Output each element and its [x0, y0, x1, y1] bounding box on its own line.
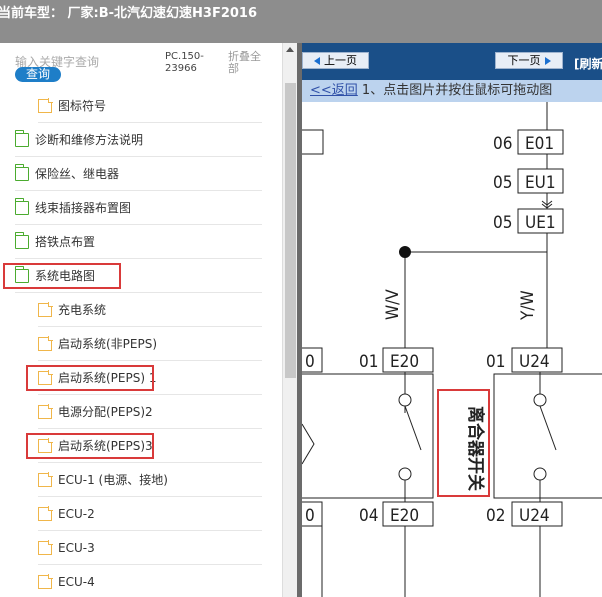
file-icon: [38, 438, 53, 453]
file-icon: [38, 506, 53, 521]
wire-color-right: Y/W: [518, 290, 538, 321]
tree-item[interactable]: ECU-3: [38, 531, 262, 565]
circuit-diagram[interactable]: 06 E01 05 EU1 05 UE1 01 E20 01 U24 04 E2…: [302, 102, 602, 597]
folder-icon: [14, 265, 29, 283]
connector-pin-e01: 06: [493, 134, 512, 154]
next-page-button[interactable]: 下一页: [495, 52, 563, 69]
tree-item[interactable]: 图标符号: [38, 89, 262, 123]
tree-item-label: 搭铁点布置: [35, 235, 96, 249]
tree-item-label: ECU-4: [58, 574, 95, 589]
switch-right-top-code: U24: [519, 352, 550, 372]
tree-item[interactable]: 启动系统(PEPS) 1: [38, 361, 262, 395]
tree-item-label: 启动系统(PEPS)3: [58, 439, 153, 453]
wire-junction-dot: [399, 246, 411, 258]
tree-item-label: ECU-1 (电源、接地): [58, 473, 168, 487]
tree-item-label: ECU-2: [58, 506, 95, 521]
folder-icon: [14, 197, 29, 215]
partial-pin-bottom: 0: [305, 506, 315, 526]
file-icon: [38, 574, 53, 589]
pc-code: PC.150-23966: [165, 51, 204, 74]
file-icon: [38, 404, 53, 419]
tree-item[interactable]: 线束插接器布置图: [14, 191, 262, 225]
switch-left-top-pin: 01: [359, 352, 378, 372]
switch-right-bottom-code: U24: [519, 506, 550, 526]
connector-code-eu1: EU1: [525, 173, 556, 193]
tree-item[interactable]: 系统电路图: [14, 259, 262, 293]
instruction-bar: <<返回 1、点击图片并按住鼠标可拖动图: [302, 80, 602, 102]
switch-left-bottom-pin: 04: [359, 506, 378, 526]
wire-color-left: W/V: [383, 289, 403, 320]
instruction-text: 1、点击图片并按住鼠标可拖动图: [357, 83, 553, 98]
connector-pin-eu1: 05: [493, 173, 512, 193]
tree-item-label: 启动系统(非PEPS): [58, 337, 158, 351]
switch-right-top-pin: 01: [486, 352, 505, 372]
search-button[interactable]: 查询: [15, 67, 61, 82]
search-area: 输入关键字查询 查询: [15, 53, 165, 82]
clutch-switch-label: 离合器开关: [465, 406, 486, 491]
folder-icon: [14, 163, 29, 181]
refresh-link[interactable]: [刷新: [574, 55, 602, 72]
prev-page-label: 上一页: [324, 54, 357, 67]
connector-code-ue1: UE1: [525, 213, 556, 233]
arrow-left-icon: [314, 57, 320, 65]
file-icon: [38, 98, 53, 113]
partial-pin-top: 0: [305, 352, 315, 372]
next-page-label: 下一页: [507, 54, 541, 67]
tree-item[interactable]: 充电系统: [38, 293, 262, 327]
tree-item-label: 充电系统: [58, 303, 107, 317]
page-nav-bar: 上一页 下一页 [刷新: [302, 43, 602, 80]
file-icon: [38, 302, 53, 317]
tree-item-label: 保险丝、继电器: [35, 167, 120, 181]
switch-left-top-code: E20: [390, 352, 419, 372]
tree-item-label: 图标符号: [58, 99, 107, 113]
tree-item[interactable]: 诊断和维修方法说明: [14, 123, 262, 157]
tree-item[interactable]: 保险丝、继电器: [14, 157, 262, 191]
tree-item[interactable]: ECU-4: [38, 565, 262, 597]
switch-right-bottom-pin: 02: [486, 506, 505, 526]
folder-icon: [14, 231, 29, 249]
file-icon: [38, 472, 53, 487]
file-icon: [38, 540, 53, 555]
tree-item[interactable]: ECU-2: [38, 497, 262, 531]
switch-left-bottom-code: E20: [390, 506, 419, 526]
connector-pin-ue1: 05: [493, 213, 512, 233]
top-bar: 当前车型： 厂家:B-北汽幻速幻速H3F2016: [0, 0, 602, 43]
tree-item[interactable]: 启动系统(PEPS)3: [38, 429, 262, 463]
scrollbar-thumb[interactable]: [285, 83, 296, 378]
tree-item-label: 电源分配(PEPS)2: [58, 405, 153, 419]
arrow-right-icon: [544, 57, 551, 65]
folder-icon: [14, 129, 29, 147]
scroll-up-icon[interactable]: [286, 47, 294, 52]
file-icon: [38, 370, 53, 385]
back-link[interactable]: <<返回: [310, 83, 358, 98]
connector-code-e01: E01: [525, 134, 554, 154]
tree-item-label: 线束插接器布置图: [35, 201, 132, 215]
tree-item[interactable]: 启动系统(非PEPS): [38, 327, 262, 361]
file-icon: [38, 336, 53, 351]
prev-page-button[interactable]: 上一页: [302, 52, 369, 69]
tree-item[interactable]: ECU-1 (电源、接地): [38, 463, 262, 497]
tree-item-label: 系统电路图: [35, 269, 96, 283]
tree-item-label: 诊断和维修方法说明: [35, 133, 144, 147]
diagram-panel: 上一页 下一页 [刷新 <<返回 1、点击图片并按住鼠标可拖动图 06 E01 …: [302, 43, 602, 597]
tree-scrollbar[interactable]: [282, 43, 297, 597]
navigation-panel: 输入关键字查询 查询 PC.150-23966 折叠全部 图标符号诊断和维修方法…: [0, 43, 282, 597]
tree-item[interactable]: 电源分配(PEPS)2: [38, 395, 262, 429]
tree-item[interactable]: 搭铁点布置: [14, 225, 262, 259]
vehicle-model-title: 当前车型： 厂家:B-北汽幻速幻速H3F2016: [0, 6, 258, 21]
tree-item-label: 启动系统(PEPS) 1: [58, 371, 157, 385]
fold-all-button[interactable]: 折叠全部: [228, 51, 270, 75]
tree-item-label: ECU-3: [58, 540, 95, 555]
partial-connector-box: [302, 129, 324, 155]
